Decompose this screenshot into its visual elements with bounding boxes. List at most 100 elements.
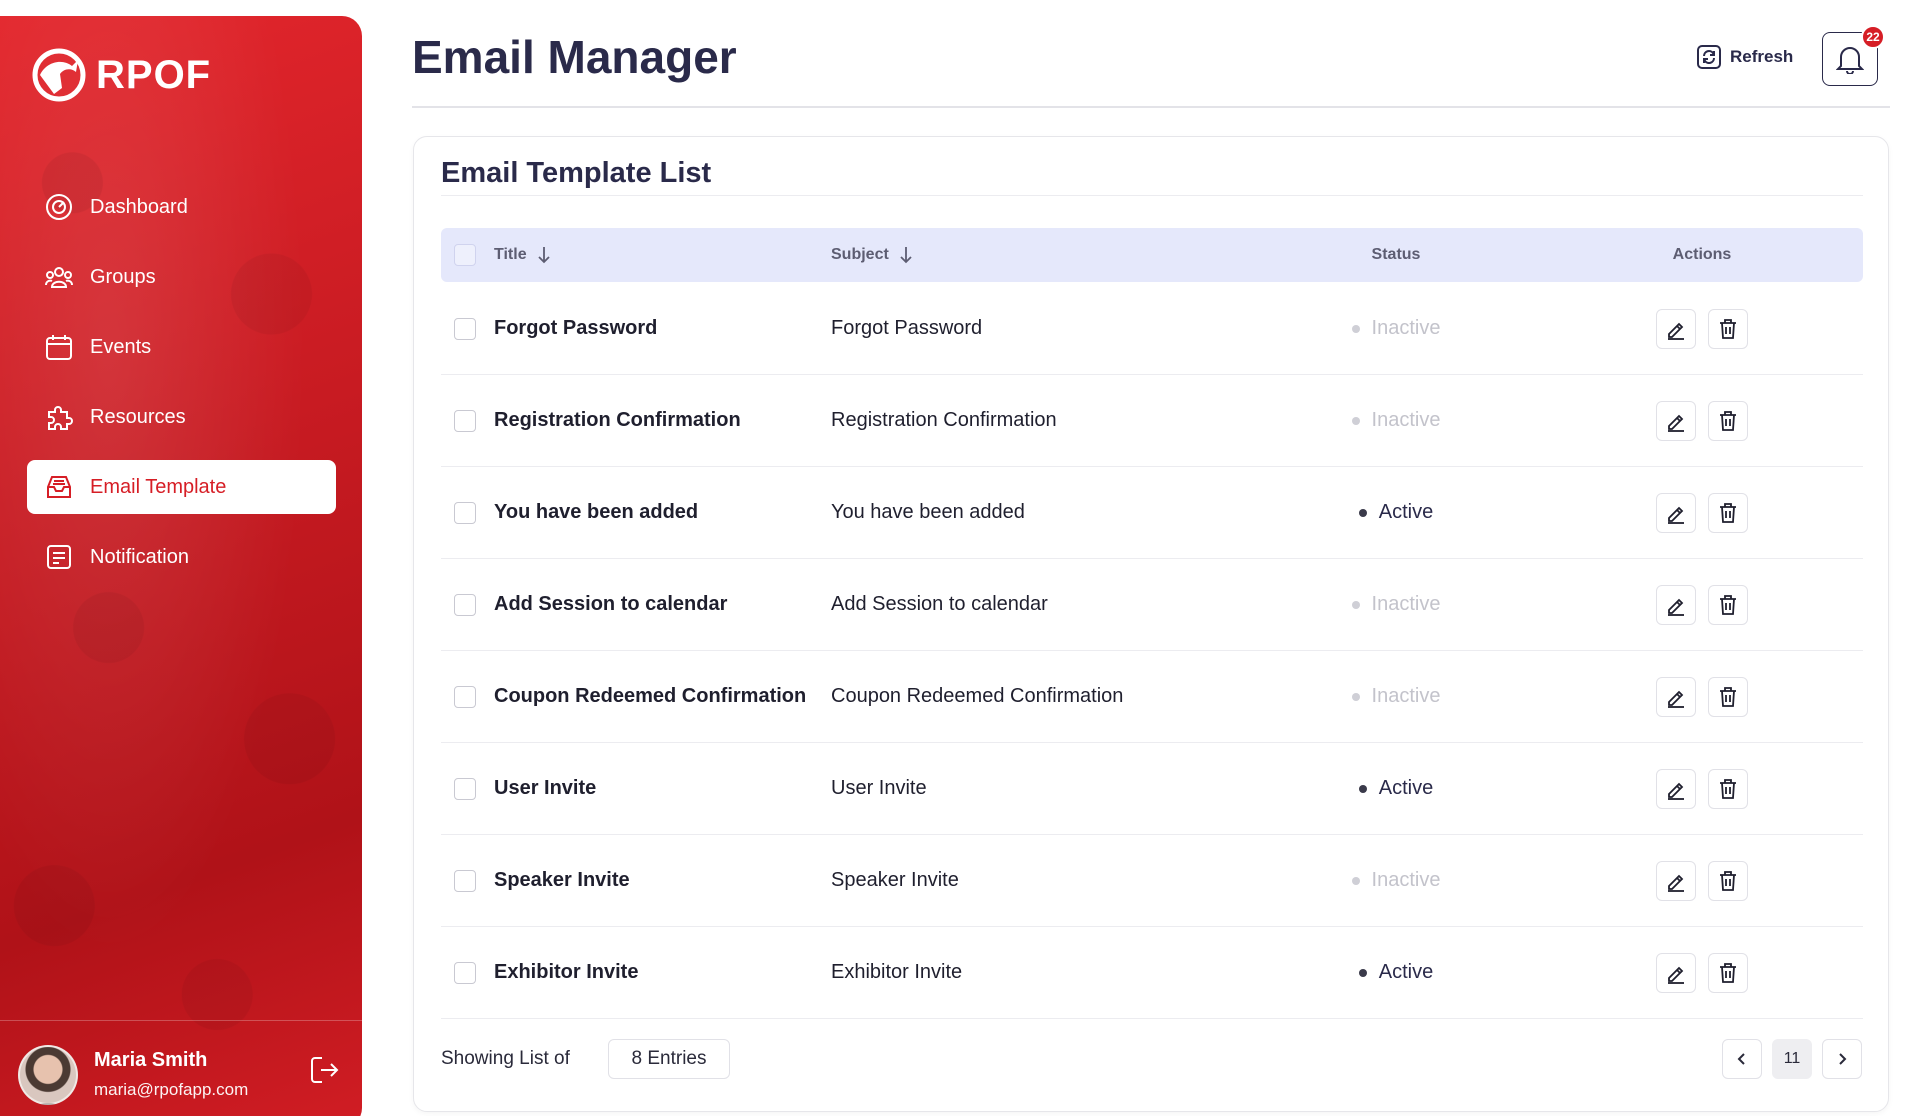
previous-page-button[interactable] — [1722, 1039, 1762, 1079]
sidebar-item-events[interactable]: Events — [27, 320, 336, 374]
row-subject: Coupon Redeemed Confirmation — [831, 685, 1124, 707]
select-all-checkbox[interactable] — [454, 244, 476, 266]
refresh-button[interactable]: Refresh — [1696, 44, 1793, 70]
delete-button[interactable] — [1708, 584, 1748, 625]
status-dot — [1358, 784, 1367, 793]
bell-icon — [1836, 47, 1864, 74]
delete-button[interactable] — [1708, 768, 1748, 809]
notifications-button[interactable]: 22 — [1822, 25, 1885, 86]
edit-button[interactable] — [1656, 768, 1696, 809]
sidebar: RPOF Dashboard Groups Events Resources E… — [0, 16, 362, 1116]
edit-button[interactable] — [1656, 584, 1696, 625]
row-checkbox[interactable] — [454, 409, 476, 432]
groups-icon — [44, 262, 74, 292]
row-checkbox[interactable] — [454, 777, 476, 800]
trash-icon — [1718, 594, 1738, 616]
edit-button[interactable] — [1656, 952, 1696, 993]
dashboard-icon — [44, 192, 74, 222]
sidebar-item-label: Dashboard — [90, 195, 188, 218]
puzzle-icon — [44, 402, 74, 432]
table-row: You have been added You have been added Ac… — [441, 467, 1863, 559]
row-checkbox[interactable] — [454, 685, 476, 708]
row-checkbox[interactable] — [454, 869, 476, 892]
delete-button[interactable] — [1708, 676, 1748, 717]
status-badge: Active — [1358, 777, 1434, 800]
card-divider — [441, 195, 1863, 196]
delete-button[interactable] — [1708, 860, 1748, 901]
edit-pencil-icon — [1665, 410, 1687, 432]
row-checkbox[interactable] — [454, 961, 476, 984]
status-label: Inactive — [1371, 593, 1441, 615]
sidebar-item-label: Email Template — [90, 475, 227, 498]
delete-button[interactable] — [1708, 308, 1748, 349]
user-name: Maria Smith — [94, 1049, 208, 1071]
row-checkbox[interactable] — [454, 593, 476, 616]
edit-button[interactable] — [1656, 308, 1696, 349]
card-title: Email Template List — [441, 157, 712, 189]
status-dot — [1351, 876, 1360, 885]
table-row: Forgot Password Forgot Password Inactive — [441, 283, 1863, 375]
row-subject: User Invite — [831, 777, 927, 799]
row-title: Forgot Password — [494, 317, 658, 339]
edit-pencil-icon — [1665, 962, 1687, 984]
table-row: Exhibitor Invite Exhibitor Invite Active — [441, 927, 1863, 1019]
edit-button[interactable] — [1656, 860, 1696, 901]
status-badge: Active — [1358, 501, 1434, 524]
row-title: Add Session to calendar — [494, 593, 728, 615]
sidebar-item-notification[interactable]: Notification — [27, 530, 336, 584]
status-badge: Inactive — [1351, 869, 1441, 892]
sidebar-item-label: Notification — [90, 545, 189, 568]
table-row: Add Session to calendar Add Session to ca… — [441, 559, 1863, 651]
status-label: Active — [1378, 961, 1434, 983]
table-row: Coupon Redeemed Confirmation Coupon Redee… — [441, 651, 1863, 743]
showing-list-label: Showing List of — [441, 1048, 570, 1069]
avatar[interactable] — [18, 1044, 78, 1105]
next-page-button[interactable] — [1822, 1039, 1862, 1079]
edit-button[interactable] — [1656, 492, 1696, 533]
row-checkbox[interactable] — [454, 317, 476, 340]
logout-icon[interactable] — [308, 1053, 342, 1087]
row-title: User Invite — [494, 777, 597, 799]
entries-count-select[interactable]: 8 Entries — [608, 1039, 730, 1079]
trash-icon — [1718, 686, 1738, 708]
edit-button[interactable] — [1656, 400, 1696, 441]
status-badge: Inactive — [1351, 593, 1441, 616]
row-subject: Speaker Invite — [831, 869, 959, 891]
page-title: Email Manager — [412, 31, 737, 83]
row-title: Registration Confirmation — [494, 409, 741, 431]
status-dot — [1351, 692, 1360, 701]
status-dot — [1351, 416, 1360, 425]
delete-button[interactable] — [1708, 492, 1748, 533]
edit-button[interactable] — [1656, 676, 1696, 717]
status-badge: Active — [1358, 961, 1434, 984]
trash-icon — [1718, 410, 1738, 432]
status-label: Inactive — [1371, 869, 1441, 891]
row-checkbox[interactable] — [454, 501, 476, 524]
chevron-right-icon — [1839, 1053, 1847, 1065]
table-row: Registration Confirmation Registration Co… — [441, 375, 1863, 467]
status-label: Active — [1378, 777, 1434, 799]
trash-icon — [1718, 778, 1738, 800]
email-template-card: Email Template List Title Subject Status… — [413, 136, 1889, 1112]
status-badge: Inactive — [1351, 409, 1440, 432]
sidebar-item-email-template[interactable]: Email Template — [27, 460, 336, 514]
column-header-actions: Actions — [1672, 246, 1732, 263]
user-email: maria@rpofapp.com — [94, 1080, 249, 1099]
column-header-subject[interactable]: Subject — [831, 246, 1251, 264]
status-label: Active — [1378, 501, 1434, 523]
refresh-label: Refresh — [1730, 47, 1794, 66]
status-badge: Inactive — [1351, 317, 1440, 340]
delete-button[interactable] — [1708, 952, 1748, 993]
table-row: Speaker Invite Speaker Invite Inactive — [441, 835, 1863, 927]
sidebar-item-resources[interactable]: Resources — [27, 390, 336, 444]
row-subject: Add Session to calendar — [831, 593, 1048, 615]
delete-button[interactable] — [1708, 400, 1748, 441]
current-page-button[interactable]: 11 — [1772, 1039, 1812, 1079]
sidebar-nav: Dashboard Groups Events Resources Email … — [27, 180, 336, 600]
column-header-title[interactable]: Title — [494, 246, 831, 264]
sidebar-item-dashboard[interactable]: Dashboard — [27, 180, 336, 234]
brand-logo[interactable]: RPOF — [32, 48, 211, 102]
edit-pencil-icon — [1665, 318, 1687, 340]
sidebar-item-label: Resources — [90, 405, 186, 428]
sidebar-item-groups[interactable]: Groups — [27, 250, 336, 304]
